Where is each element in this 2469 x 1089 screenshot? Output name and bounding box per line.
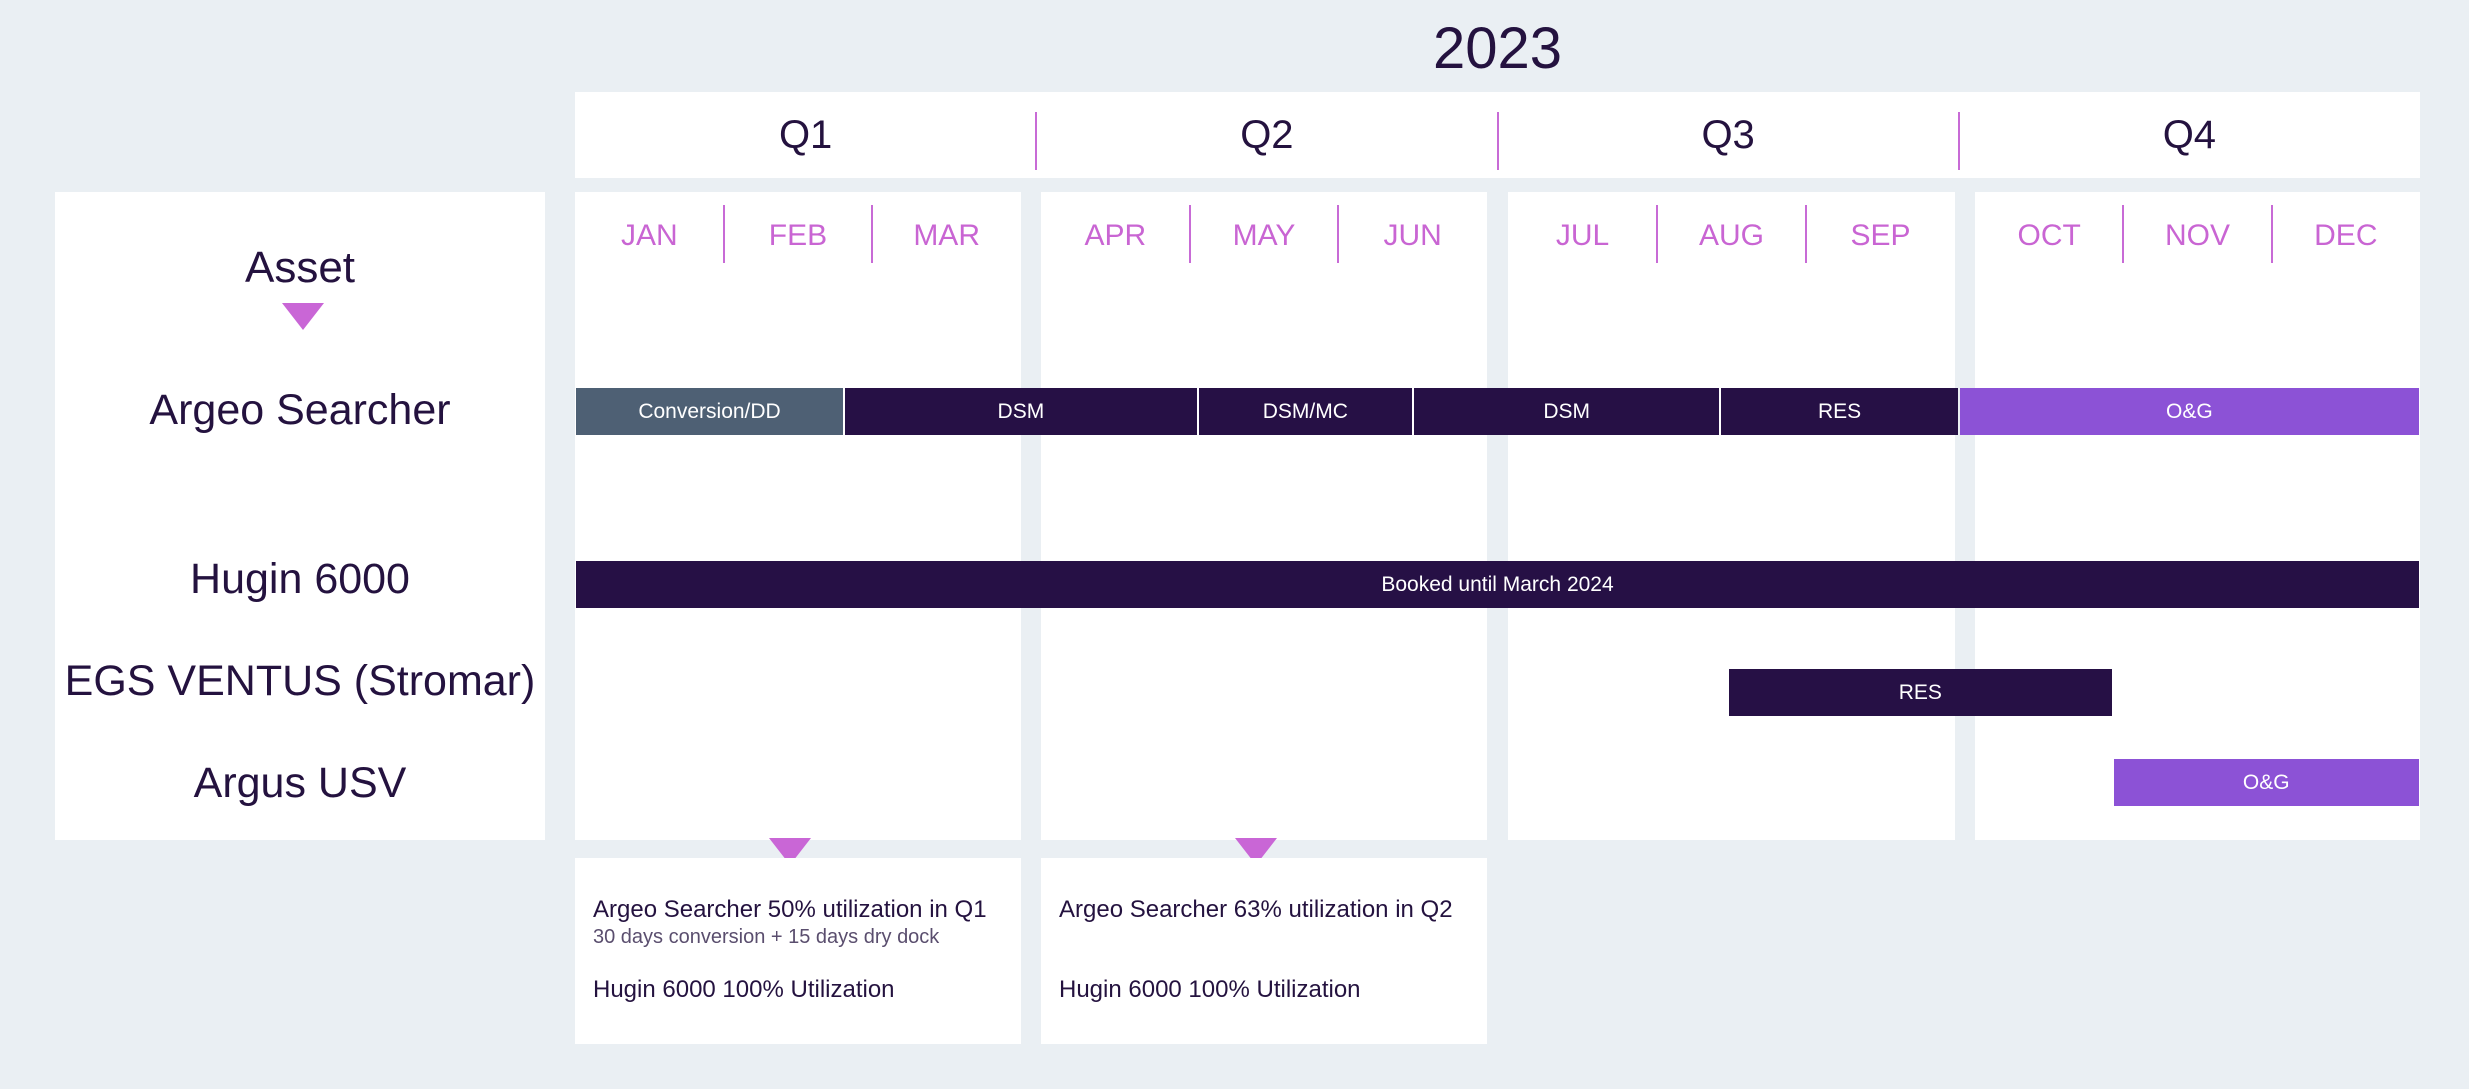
quarter-column — [1041, 192, 1487, 840]
task-bar: O&G — [1959, 388, 2419, 435]
task-label: RES — [1898, 680, 1942, 704]
quarter-label: Q3 — [1701, 113, 1755, 157]
month-divider — [722, 205, 725, 263]
task-bar: O&G — [2113, 759, 2419, 806]
month-divider — [1656, 205, 1658, 263]
month-label: SEP — [1850, 219, 1911, 252]
month-label: JUL — [1555, 219, 1610, 252]
year-title: 2023 — [1432, 16, 1563, 81]
quarter-divider — [1035, 112, 1038, 170]
task-bar: DSM — [1413, 388, 1720, 435]
gantt-chart: 2023 Q1 Q2 Q3 Q4 Asset Argeo Searcher Hugin 600… — [0, 0, 2469, 1089]
month-label: APR — [1084, 219, 1147, 252]
asset-label: Argeo Searcher — [149, 386, 451, 434]
quarter-column — [1508, 192, 1955, 840]
task-bar: RES — [1729, 669, 2112, 716]
month-label: FEB — [768, 219, 828, 252]
note-title: Argeo Searcher 50% utilization in Q1 — [593, 896, 987, 923]
month-divider — [2270, 205, 2273, 263]
month-label: MAR — [913, 219, 980, 252]
task-label: O&G — [2242, 770, 2290, 794]
task-bar: Booked until March 2024 — [576, 561, 2419, 608]
task-bar: RES — [1721, 388, 1958, 435]
quarter-label: Q1 — [778, 113, 833, 157]
task-label: Booked until March 2024 — [1381, 572, 1614, 596]
task-bar: DSM — [845, 388, 1197, 435]
month-label: NOV — [2164, 219, 2230, 252]
month-label: MAY — [1232, 219, 1296, 252]
month-divider — [2122, 205, 2125, 263]
task-label: Conversion/DD — [638, 399, 781, 423]
note-utilization: Hugin 6000 100% Utilization — [593, 976, 895, 1003]
asset-label: EGS VENTUS (Stromar) — [64, 657, 536, 705]
task-bar: Conversion/DD — [576, 388, 844, 435]
month-divider — [1805, 205, 1807, 263]
task-label: RES — [1818, 399, 1862, 423]
task-label: DSM — [997, 399, 1045, 423]
quarter-divider — [1496, 112, 1499, 170]
triangle-marker — [282, 303, 324, 330]
month-divider — [1337, 205, 1340, 263]
month-divider — [871, 205, 874, 263]
month-label: JAN — [620, 219, 678, 252]
asset-label: Argus USV — [193, 759, 407, 807]
asset-label: Hugin 6000 — [190, 555, 410, 603]
month-label: AUG — [1698, 219, 1764, 252]
note-utilization: Hugin 6000 100% Utilization — [1059, 976, 1361, 1003]
note-title: Argeo Searcher 63% utilization in Q2 — [1059, 896, 1453, 923]
task-label: O&G — [2166, 399, 2213, 423]
month-label: DEC — [2314, 219, 2378, 252]
quarter-label: Q4 — [2162, 113, 2217, 157]
asset-header: Asset — [244, 243, 356, 292]
note-subtitle: 30 days conversion + 15 days dry dock — [593, 926, 940, 948]
task-bar: DSM/MC — [1198, 388, 1412, 435]
quarter-column — [1975, 192, 2420, 840]
month-divider — [1188, 205, 1191, 263]
note-box: Argeo Searcher 63% utilization in Q2 Hugi… — [1041, 858, 1487, 1044]
month-label: JUN — [1383, 219, 1442, 252]
quarter-column — [575, 192, 1021, 840]
month-label: OCT — [2017, 219, 2081, 252]
task-label: DSM — [1543, 399, 1591, 423]
quarter-label: Q2 — [1240, 113, 1294, 157]
quarter-divider — [1957, 112, 1960, 170]
task-label: DSM/MC — [1262, 399, 1348, 423]
note-box: Argeo Searcher 50% utilization in Q1 30 d… — [575, 858, 1021, 1044]
